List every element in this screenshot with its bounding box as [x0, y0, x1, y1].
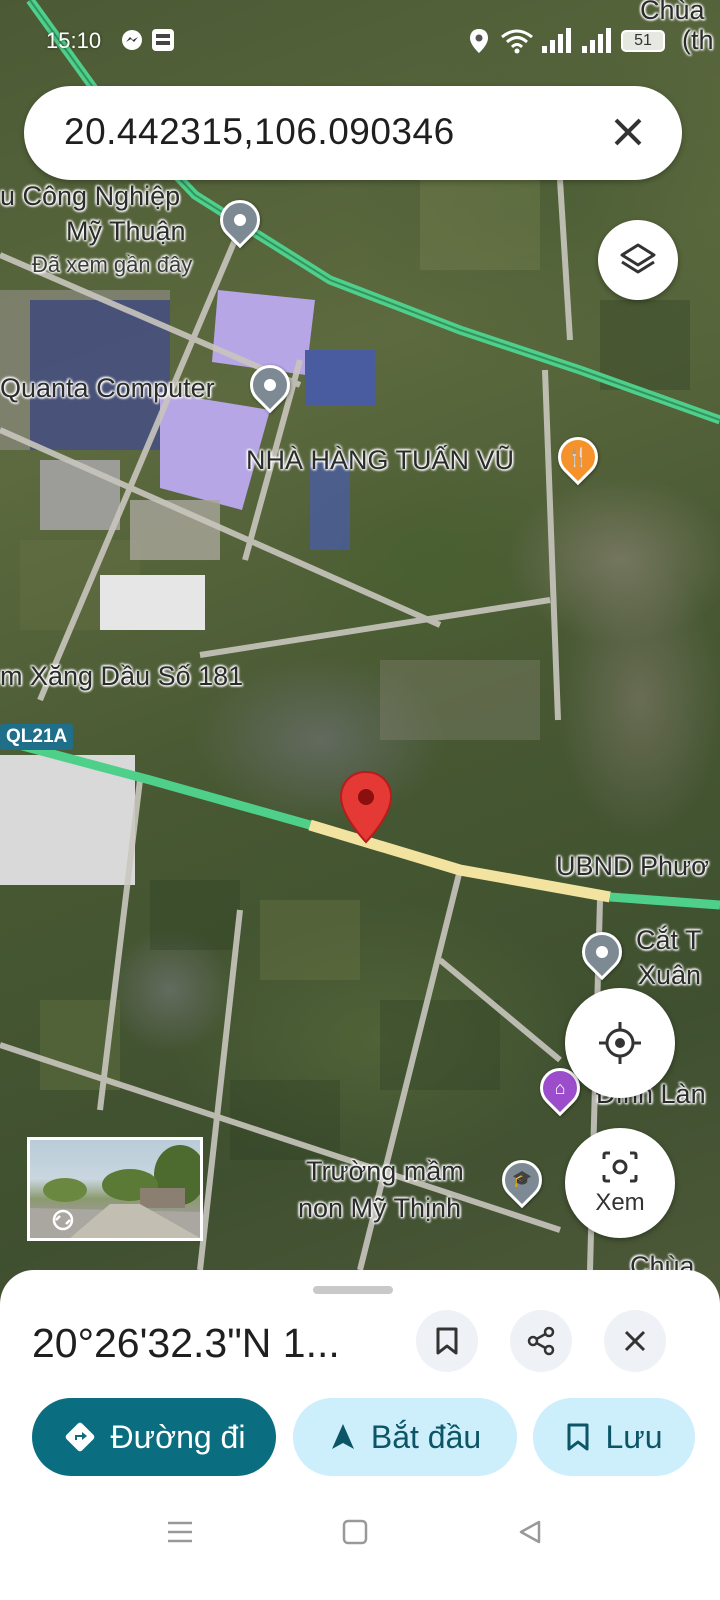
map-label-recently-viewed: Đã xem gần đây [32, 252, 193, 277]
wifi-icon [501, 29, 533, 54]
map-label-kcn[interactable]: u Công Nghiệp [0, 178, 180, 214]
view-camera-button[interactable]: Xem [565, 1128, 675, 1238]
place-title: 20°26'32.3"N 1... [32, 1320, 340, 1366]
route-shield-ql21a: QL21A [0, 724, 74, 750]
map-label-cat[interactable]: Cắt T [636, 922, 702, 958]
nav-recents-button[interactable] [158, 1510, 202, 1554]
status-bar: 15:10 51 [0, 0, 720, 80]
map-label-school-line2[interactable]: non Mỹ Thịnh [298, 1190, 461, 1226]
battery-level: 51 [634, 32, 652, 49]
battery-icon: 51 [621, 30, 665, 52]
street-view-image [30, 1145, 200, 1238]
view-button-label: Xem [595, 1189, 645, 1216]
share-button[interactable] [510, 1310, 572, 1372]
share-icon [527, 1326, 555, 1356]
map-label-kcn-line2[interactable]: Mỹ Thuận [66, 213, 186, 249]
baomoi-icon [152, 29, 174, 51]
layers-icon [620, 243, 656, 274]
map-label-cat-line2[interactable]: Xuân [638, 957, 701, 993]
close-icon [614, 118, 642, 146]
nav-home-button[interactable] [333, 1510, 377, 1554]
map-label-school[interactable]: Trường mầm [306, 1153, 464, 1189]
close-sheet-button[interactable] [604, 1310, 666, 1372]
close-icon [624, 1330, 646, 1352]
navigation-arrow-icon [331, 1424, 354, 1449]
start-navigation-button[interactable]: Bắt đầu [293, 1398, 517, 1476]
home-icon [342, 1519, 368, 1545]
bookmark-icon [436, 1327, 458, 1355]
school-icon: 🎓 [512, 1171, 532, 1188]
sheet-drag-handle[interactable] [313, 1286, 393, 1294]
my-location-icon [599, 1022, 641, 1064]
menu-icon [168, 1521, 192, 1543]
nav-back-button[interactable] [508, 1510, 552, 1554]
satellite-map[interactable]: 🍴 ⌂ 🎓 u Công Nghiệp Mỹ Thuận Đã xem gần … [0, 0, 720, 1320]
search-input[interactable]: 20.442315,106.090346 [64, 111, 455, 153]
directions-label: Đường đi [110, 1418, 246, 1455]
signal-icon [582, 28, 611, 53]
layers-button[interactable] [598, 220, 678, 300]
map-label-ubnd[interactable]: UBND Phươ [556, 848, 709, 884]
start-label: Bắt đầu [370, 1418, 482, 1455]
map-label-quanta[interactable]: Quanta Computer [0, 370, 215, 406]
bookmark-icon [567, 1423, 589, 1451]
search-bar[interactable]: 20.442315,106.090346 [24, 86, 682, 180]
temple-icon: ⌂ [554, 1078, 566, 1098]
messenger-icon [122, 30, 142, 50]
my-location-button[interactable] [565, 988, 675, 1098]
system-nav-bar [0, 1490, 720, 1600]
bookmark-button[interactable] [416, 1310, 478, 1372]
save-button[interactable]: Lưu [533, 1398, 695, 1476]
clear-search-button[interactable] [604, 108, 652, 156]
dropped-pin-icon [339, 770, 393, 844]
map-label-restaurant[interactable]: NHÀ HÀNG TUẤN VŨ [246, 442, 514, 478]
save-label: Lưu [605, 1418, 663, 1455]
directions-button[interactable]: Đường đi [32, 1398, 276, 1476]
location-icon [470, 29, 488, 53]
street-view-thumbnail[interactable] [27, 1137, 203, 1241]
status-time: 15:10 [46, 28, 102, 53]
map-label-gas-station[interactable]: m Xăng Dầu Số 181 [0, 658, 243, 694]
directions-icon [65, 1422, 94, 1452]
back-icon [519, 1520, 541, 1544]
camera-icon [602, 1151, 638, 1183]
signal-icon [542, 28, 571, 53]
fork-knife-icon: 🍴 [566, 447, 590, 467]
